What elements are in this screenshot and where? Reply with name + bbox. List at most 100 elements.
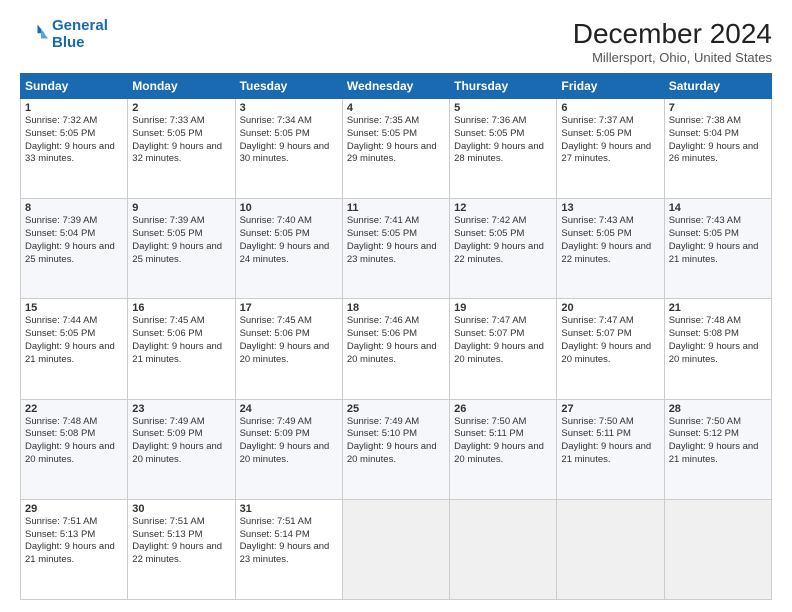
day-info: Sunrise: 7:45 AM Sunset: 5:06 PM Dayligh…	[240, 315, 338, 366]
daylight-label: Daylight: 9 hours and 22 minutes.	[561, 241, 651, 265]
day-info: Sunrise: 7:40 AM Sunset: 5:05 PM Dayligh…	[240, 215, 338, 266]
day-info: Sunrise: 7:50 AM Sunset: 5:11 PM Dayligh…	[561, 416, 659, 467]
sunrise-label: Sunrise: 7:33 AM	[132, 115, 204, 126]
calendar-day-cell: 13 Sunrise: 7:43 AM Sunset: 5:05 PM Dayl…	[557, 199, 664, 299]
day-number: 13	[561, 202, 659, 214]
day-number: 29	[25, 503, 123, 515]
daylight-label: Daylight: 9 hours and 33 minutes.	[25, 141, 115, 165]
sunrise-label: Sunrise: 7:50 AM	[454, 416, 526, 427]
calendar-day-cell: 24 Sunrise: 7:49 AM Sunset: 5:09 PM Dayl…	[235, 399, 342, 499]
daylight-label: Daylight: 9 hours and 21 minutes.	[669, 441, 759, 465]
day-number: 1	[25, 102, 123, 114]
sunrise-label: Sunrise: 7:49 AM	[347, 416, 419, 427]
daylight-label: Daylight: 9 hours and 24 minutes.	[240, 241, 330, 265]
sunset-label: Sunset: 5:05 PM	[347, 128, 417, 139]
logo-text: General Blue	[52, 18, 108, 51]
sunset-label: Sunset: 5:05 PM	[347, 228, 417, 239]
day-number: 17	[240, 302, 338, 314]
daylight-label: Daylight: 9 hours and 30 minutes.	[240, 141, 330, 165]
day-info: Sunrise: 7:47 AM Sunset: 5:07 PM Dayligh…	[454, 315, 552, 366]
sunset-label: Sunset: 5:07 PM	[561, 328, 631, 339]
day-info: Sunrise: 7:39 AM Sunset: 5:05 PM Dayligh…	[132, 215, 230, 266]
daylight-label: Daylight: 9 hours and 20 minutes.	[347, 441, 437, 465]
sunrise-label: Sunrise: 7:37 AM	[561, 115, 633, 126]
calendar-day-cell: 11 Sunrise: 7:41 AM Sunset: 5:05 PM Dayl…	[342, 199, 449, 299]
day-info: Sunrise: 7:44 AM Sunset: 5:05 PM Dayligh…	[25, 315, 123, 366]
sunrise-label: Sunrise: 7:42 AM	[454, 215, 526, 226]
sunrise-label: Sunrise: 7:44 AM	[25, 315, 97, 326]
day-info: Sunrise: 7:43 AM Sunset: 5:05 PM Dayligh…	[669, 215, 767, 266]
calendar-day-cell: 10 Sunrise: 7:40 AM Sunset: 5:05 PM Dayl…	[235, 199, 342, 299]
weekday-header: Thursday	[450, 74, 557, 99]
calendar-day-cell: 22 Sunrise: 7:48 AM Sunset: 5:08 PM Dayl…	[21, 399, 128, 499]
calendar-day-cell: 27 Sunrise: 7:50 AM Sunset: 5:11 PM Dayl…	[557, 399, 664, 499]
sunrise-label: Sunrise: 7:49 AM	[132, 416, 204, 427]
sunset-label: Sunset: 5:05 PM	[132, 228, 202, 239]
day-info: Sunrise: 7:49 AM Sunset: 5:10 PM Dayligh…	[347, 416, 445, 467]
daylight-label: Daylight: 9 hours and 20 minutes.	[347, 341, 437, 365]
daylight-label: Daylight: 9 hours and 32 minutes.	[132, 141, 222, 165]
day-number: 19	[454, 302, 552, 314]
sunrise-label: Sunrise: 7:32 AM	[25, 115, 97, 126]
sunrise-label: Sunrise: 7:51 AM	[240, 516, 312, 527]
day-info: Sunrise: 7:35 AM Sunset: 5:05 PM Dayligh…	[347, 115, 445, 166]
calendar-day-cell: 9 Sunrise: 7:39 AM Sunset: 5:05 PM Dayli…	[128, 199, 235, 299]
day-info: Sunrise: 7:48 AM Sunset: 5:08 PM Dayligh…	[25, 416, 123, 467]
calendar-day-cell: 5 Sunrise: 7:36 AM Sunset: 5:05 PM Dayli…	[450, 99, 557, 199]
day-info: Sunrise: 7:49 AM Sunset: 5:09 PM Dayligh…	[240, 416, 338, 467]
sunset-label: Sunset: 5:09 PM	[132, 428, 202, 439]
day-info: Sunrise: 7:39 AM Sunset: 5:04 PM Dayligh…	[25, 215, 123, 266]
sunset-label: Sunset: 5:05 PM	[561, 128, 631, 139]
day-number: 4	[347, 102, 445, 114]
sunrise-label: Sunrise: 7:47 AM	[561, 315, 633, 326]
day-number: 18	[347, 302, 445, 314]
page: General Blue December 2024 Millersport, …	[0, 0, 792, 612]
daylight-label: Daylight: 9 hours and 21 minutes.	[25, 541, 115, 565]
daylight-label: Daylight: 9 hours and 21 minutes.	[561, 441, 651, 465]
calendar-day-cell: 8 Sunrise: 7:39 AM Sunset: 5:04 PM Dayli…	[21, 199, 128, 299]
day-info: Sunrise: 7:47 AM Sunset: 5:07 PM Dayligh…	[561, 315, 659, 366]
sunrise-label: Sunrise: 7:43 AM	[561, 215, 633, 226]
day-info: Sunrise: 7:51 AM Sunset: 5:13 PM Dayligh…	[132, 516, 230, 567]
day-number: 30	[132, 503, 230, 515]
day-number: 6	[561, 102, 659, 114]
day-info: Sunrise: 7:42 AM Sunset: 5:05 PM Dayligh…	[454, 215, 552, 266]
sunrise-label: Sunrise: 7:39 AM	[132, 215, 204, 226]
sunset-label: Sunset: 5:13 PM	[25, 529, 95, 540]
logo-icon	[20, 21, 48, 49]
day-number: 26	[454, 403, 552, 415]
sunset-label: Sunset: 5:07 PM	[454, 328, 524, 339]
daylight-label: Daylight: 9 hours and 20 minutes.	[454, 441, 544, 465]
day-number: 25	[347, 403, 445, 415]
sunset-label: Sunset: 5:14 PM	[240, 529, 310, 540]
calendar-day-cell: 29 Sunrise: 7:51 AM Sunset: 5:13 PM Dayl…	[21, 499, 128, 599]
calendar-day-cell: 20 Sunrise: 7:47 AM Sunset: 5:07 PM Dayl…	[557, 299, 664, 399]
day-info: Sunrise: 7:49 AM Sunset: 5:09 PM Dayligh…	[132, 416, 230, 467]
calendar-day-cell: 23 Sunrise: 7:49 AM Sunset: 5:09 PM Dayl…	[128, 399, 235, 499]
weekday-header: Saturday	[664, 74, 771, 99]
calendar-week-row: 29 Sunrise: 7:51 AM Sunset: 5:13 PM Dayl…	[21, 499, 772, 599]
main-title: December 2024	[573, 18, 772, 50]
sunrise-label: Sunrise: 7:35 AM	[347, 115, 419, 126]
sunset-label: Sunset: 5:05 PM	[669, 228, 739, 239]
weekday-header: Friday	[557, 74, 664, 99]
sunset-label: Sunset: 5:05 PM	[454, 228, 524, 239]
daylight-label: Daylight: 9 hours and 25 minutes.	[132, 241, 222, 265]
day-info: Sunrise: 7:41 AM Sunset: 5:05 PM Dayligh…	[347, 215, 445, 266]
sunset-label: Sunset: 5:06 PM	[347, 328, 417, 339]
day-number: 16	[132, 302, 230, 314]
day-info: Sunrise: 7:34 AM Sunset: 5:05 PM Dayligh…	[240, 115, 338, 166]
calendar-day-cell: 6 Sunrise: 7:37 AM Sunset: 5:05 PM Dayli…	[557, 99, 664, 199]
sunrise-label: Sunrise: 7:36 AM	[454, 115, 526, 126]
sunrise-label: Sunrise: 7:45 AM	[240, 315, 312, 326]
sunset-label: Sunset: 5:06 PM	[240, 328, 310, 339]
day-info: Sunrise: 7:48 AM Sunset: 5:08 PM Dayligh…	[669, 315, 767, 366]
day-info: Sunrise: 7:37 AM Sunset: 5:05 PM Dayligh…	[561, 115, 659, 166]
sunset-label: Sunset: 5:05 PM	[240, 228, 310, 239]
calendar-day-cell: 2 Sunrise: 7:33 AM Sunset: 5:05 PM Dayli…	[128, 99, 235, 199]
calendar-week-row: 22 Sunrise: 7:48 AM Sunset: 5:08 PM Dayl…	[21, 399, 772, 499]
sunrise-label: Sunrise: 7:45 AM	[132, 315, 204, 326]
calendar-week-row: 15 Sunrise: 7:44 AM Sunset: 5:05 PM Dayl…	[21, 299, 772, 399]
day-number: 15	[25, 302, 123, 314]
daylight-label: Daylight: 9 hours and 21 minutes.	[25, 341, 115, 365]
